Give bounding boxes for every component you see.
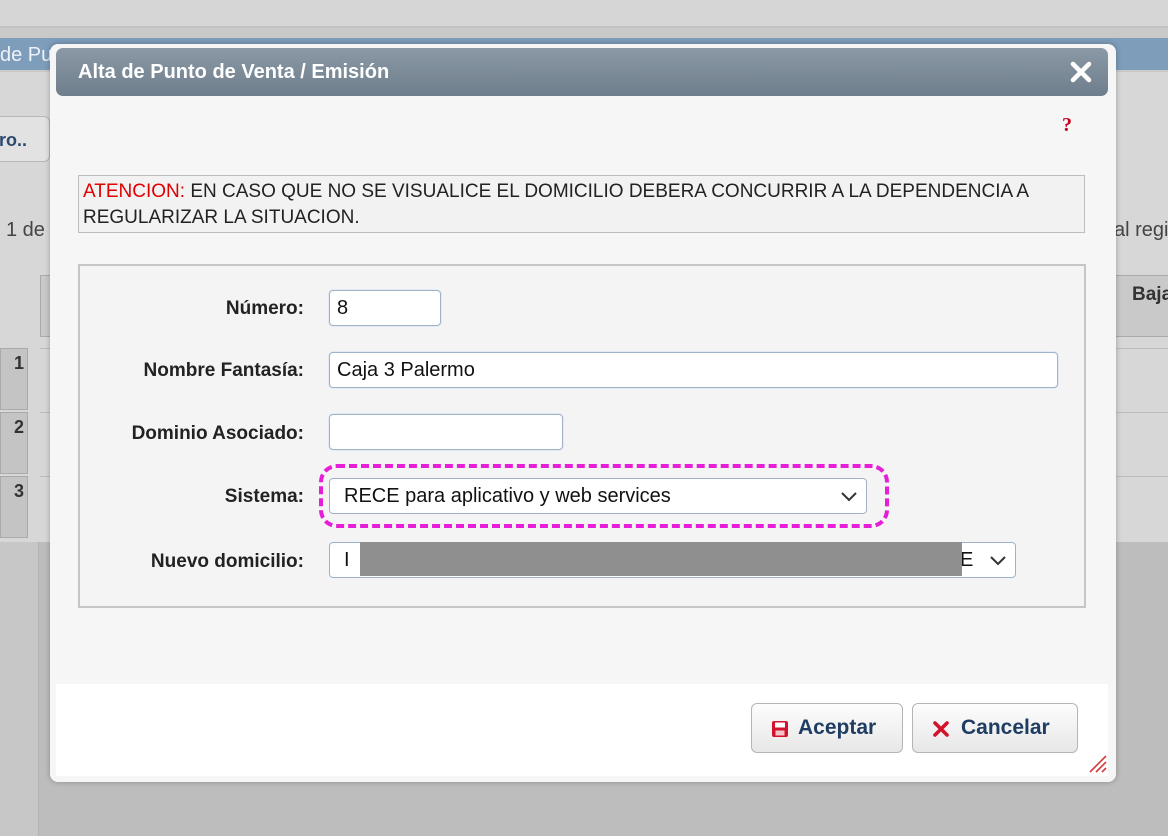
save-icon: [772, 721, 788, 737]
background-lower-strip: [0, 542, 39, 836]
sistema-highlight: [319, 464, 889, 528]
resize-grip-icon[interactable]: [1084, 750, 1108, 774]
dominio-asociado-label: Dominio Asociado:: [131, 423, 304, 444]
nuevo-domicilio-label: Nuevo domicilio:: [150, 551, 304, 572]
warning-text: EN CASO QUE NO SE VISUALICE EL DOMICILIO…: [83, 181, 1028, 228]
chevron-down-icon: [990, 556, 1006, 566]
background-pager-text: 1 de: [6, 219, 45, 241]
background-column-header: Baja: [1132, 284, 1168, 305]
background-button: ro..: [0, 116, 50, 162]
cancel-x-icon: [933, 721, 949, 737]
cancelar-button[interactable]: Cancelar: [912, 703, 1078, 753]
cancelar-label: Cancelar: [961, 716, 1050, 739]
nombre-fantasia-label: Nombre Fantasía:: [143, 360, 304, 381]
dialog-title: Alta de Punto de Venta / Emisión: [78, 61, 390, 83]
dominio-asociado-input[interactable]: [329, 414, 563, 450]
sistema-label: Sistema:: [224, 486, 304, 507]
background-header-text: de Pu: [0, 44, 53, 66]
close-icon[interactable]: [1068, 59, 1094, 85]
numero-input[interactable]: [329, 290, 441, 326]
numero-label: Número:: [225, 298, 304, 319]
redacted-address: [360, 542, 962, 576]
warning-message: ATENCION: EN CASO QUE NO SE VISUALICE EL…: [78, 175, 1085, 233]
aceptar-button[interactable]: Aceptar: [751, 703, 903, 753]
nuevo-domicilio-value-end: E: [960, 549, 974, 571]
background-topbar: [0, 0, 1168, 28]
nuevo-domicilio-value-start: I: [344, 549, 350, 571]
aceptar-label: Aceptar: [798, 716, 877, 739]
background-right-text: al regi: [1114, 219, 1168, 241]
warning-label: ATENCION:: [83, 181, 186, 202]
help-icon[interactable]: ?: [1062, 114, 1072, 137]
dialog-titlebar[interactable]: Alta de Punto de Venta / Emisión: [56, 48, 1108, 96]
nombre-fantasia-input[interactable]: [329, 352, 1058, 388]
